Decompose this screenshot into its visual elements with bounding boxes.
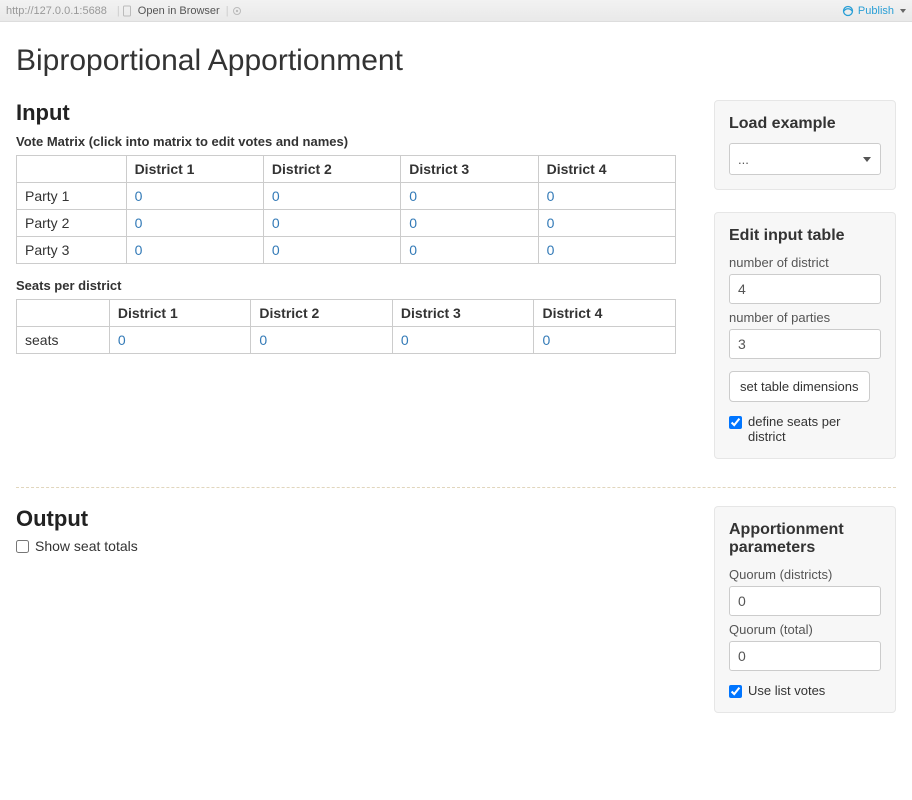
seats-cell[interactable]: 0: [109, 327, 251, 354]
chevron-down-icon: [900, 9, 906, 13]
gear-icon[interactable]: [231, 5, 243, 17]
district-header[interactable]: District 4: [538, 156, 675, 183]
separator: |: [226, 5, 229, 17]
quorum-districts-label: Quorum (districts): [729, 567, 881, 582]
doc-icon: [122, 5, 134, 17]
define-seats-checkbox[interactable]: [729, 416, 742, 429]
show-totals-row[interactable]: Show seat totals: [16, 538, 694, 554]
quorum-districts-input[interactable]: [729, 586, 881, 616]
open-in-browser-button[interactable]: Open in Browser: [134, 5, 224, 17]
input-heading: Input: [16, 100, 694, 126]
vote-cell[interactable]: 0: [126, 210, 263, 237]
district-header[interactable]: District 3: [401, 156, 538, 183]
vote-cell[interactable]: 0: [263, 210, 400, 237]
show-totals-label: Show seat totals: [35, 538, 138, 554]
vote-cell[interactable]: 0: [538, 210, 675, 237]
define-seats-label: define seats per district: [748, 414, 881, 444]
num-district-input[interactable]: [729, 274, 881, 304]
party-name-cell[interactable]: Party 3: [17, 237, 127, 264]
input-sidebar: Load example ... Edit input table number…: [714, 100, 896, 459]
vote-cell[interactable]: 0: [263, 183, 400, 210]
edit-table-title: Edit input table: [729, 227, 881, 245]
separator: |: [117, 5, 120, 17]
table-corner[interactable]: [17, 300, 110, 327]
vote-matrix-table[interactable]: District 1District 2District 3District 4…: [16, 155, 676, 264]
party-name-cell[interactable]: Party 1: [17, 183, 127, 210]
page-title: Biproportional Apportionment: [16, 44, 896, 78]
table-row: Party 20000: [17, 210, 676, 237]
edit-table-panel: Edit input table number of district numb…: [714, 212, 896, 459]
seats-cell[interactable]: 0: [534, 327, 676, 354]
params-title: Apportionment parameters: [729, 521, 881, 557]
address-text: http://127.0.0.1:5688: [6, 5, 107, 17]
district-header[interactable]: District 1: [126, 156, 263, 183]
vote-cell[interactable]: 0: [538, 183, 675, 210]
output-heading: Output: [16, 506, 694, 532]
use-list-votes-row[interactable]: Use list votes: [729, 683, 881, 698]
input-main: Input Vote Matrix (click into matrix to …: [16, 100, 694, 354]
output-sidebar: Apportionment parameters Quorum (distric…: [714, 506, 896, 713]
district-header[interactable]: District 2: [263, 156, 400, 183]
vote-cell[interactable]: 0: [401, 237, 538, 264]
vote-cell[interactable]: 0: [126, 183, 263, 210]
vote-cell[interactable]: 0: [538, 237, 675, 264]
use-list-votes-checkbox[interactable]: [729, 685, 742, 698]
vote-cell[interactable]: 0: [401, 183, 538, 210]
table-row: seats0000: [17, 327, 676, 354]
seats-label: Seats per district: [16, 278, 694, 293]
table-row: Party 30000: [17, 237, 676, 264]
show-totals-checkbox[interactable]: [16, 540, 29, 553]
vote-cell[interactable]: 0: [126, 237, 263, 264]
seats-cell[interactable]: 0: [392, 327, 534, 354]
district-header[interactable]: District 3: [392, 300, 534, 327]
publish-icon: [842, 5, 854, 17]
define-seats-checkbox-row[interactable]: define seats per district: [729, 414, 881, 444]
table-corner[interactable]: [17, 156, 127, 183]
seats-row-label[interactable]: seats: [17, 327, 110, 354]
publish-label: Publish: [858, 5, 894, 17]
num-parties-input[interactable]: [729, 329, 881, 359]
load-example-panel: Load example ...: [714, 100, 896, 190]
district-header[interactable]: District 1: [109, 300, 251, 327]
output-main: Output Show seat totals: [16, 506, 694, 554]
ide-topbar: http://127.0.0.1:5688 | Open in Browser …: [0, 0, 912, 22]
vote-cell[interactable]: 0: [401, 210, 538, 237]
seats-table[interactable]: District 1District 2District 3District 4…: [16, 299, 676, 354]
divider: [16, 487, 896, 488]
num-district-label: number of district: [729, 255, 881, 270]
vote-matrix-label: Vote Matrix (click into matrix to edit v…: [16, 134, 694, 149]
page-body: Biproportional Apportionment Input Vote …: [0, 22, 912, 737]
use-list-votes-label: Use list votes: [748, 683, 825, 698]
party-name-cell[interactable]: Party 2: [17, 210, 127, 237]
district-header[interactable]: District 2: [251, 300, 393, 327]
publish-button[interactable]: Publish: [842, 5, 906, 17]
num-parties-label: number of parties: [729, 310, 881, 325]
set-dimensions-button[interactable]: set table dimensions: [729, 371, 870, 402]
quorum-total-input[interactable]: [729, 641, 881, 671]
vote-cell[interactable]: 0: [263, 237, 400, 264]
table-row: Party 10000: [17, 183, 676, 210]
district-header[interactable]: District 4: [534, 300, 676, 327]
quorum-total-label: Quorum (total): [729, 622, 881, 637]
example-select[interactable]: ...: [729, 143, 881, 175]
seats-cell[interactable]: 0: [251, 327, 393, 354]
input-row: Input Vote Matrix (click into matrix to …: [16, 100, 896, 459]
load-example-title: Load example: [729, 115, 881, 133]
output-row: Output Show seat totals Apportionment pa…: [16, 506, 896, 713]
params-panel: Apportionment parameters Quorum (distric…: [714, 506, 896, 713]
